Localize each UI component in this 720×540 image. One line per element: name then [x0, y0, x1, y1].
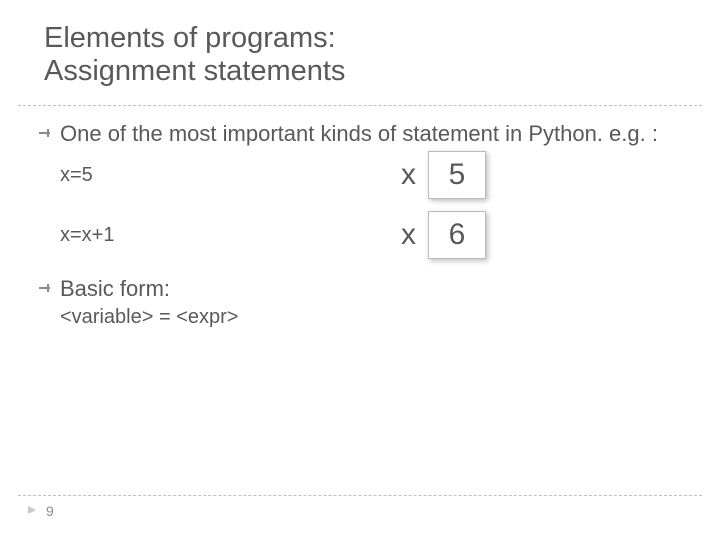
value-text: 5 — [449, 156, 466, 194]
title-line-2: Assignment statements — [44, 55, 720, 88]
example-code: x=x+1 — [60, 223, 380, 248]
value-text: 6 — [449, 216, 466, 254]
bullet-item: One of the most important kinds of state… — [30, 120, 690, 272]
bullet-text: One of the most important kinds of state… — [60, 120, 690, 148]
example-row: x=x+1 x 6 — [60, 211, 690, 259]
slide-footer: 9 — [18, 495, 702, 520]
title-line-1: Elements of programs: — [44, 22, 720, 55]
value-box: 6 — [428, 211, 486, 259]
footer-marker-icon — [26, 502, 38, 520]
slide-content: One of the most important kinds of state… — [0, 106, 720, 330]
bullet-body: One of the most important kinds of state… — [60, 120, 690, 272]
example-code: x=5 — [60, 163, 380, 188]
bullet-body: Basic form: <variable> = <expr> — [60, 275, 690, 330]
bullet-text: Basic form: — [60, 275, 690, 303]
variable-label: x — [380, 216, 428, 254]
example-row: x=5 x 5 — [60, 151, 690, 199]
bullet-subtext: <variable> = <expr> — [60, 305, 690, 330]
slide-title: Elements of programs: Assignment stateme… — [0, 0, 720, 99]
page-number: 9 — [46, 503, 54, 519]
bullet-item: Basic form: <variable> = <expr> — [30, 275, 690, 330]
bullet-marker-icon — [30, 120, 60, 139]
bullet-marker-icon — [30, 275, 60, 294]
variable-label: x — [380, 156, 428, 194]
value-box: 5 — [428, 151, 486, 199]
